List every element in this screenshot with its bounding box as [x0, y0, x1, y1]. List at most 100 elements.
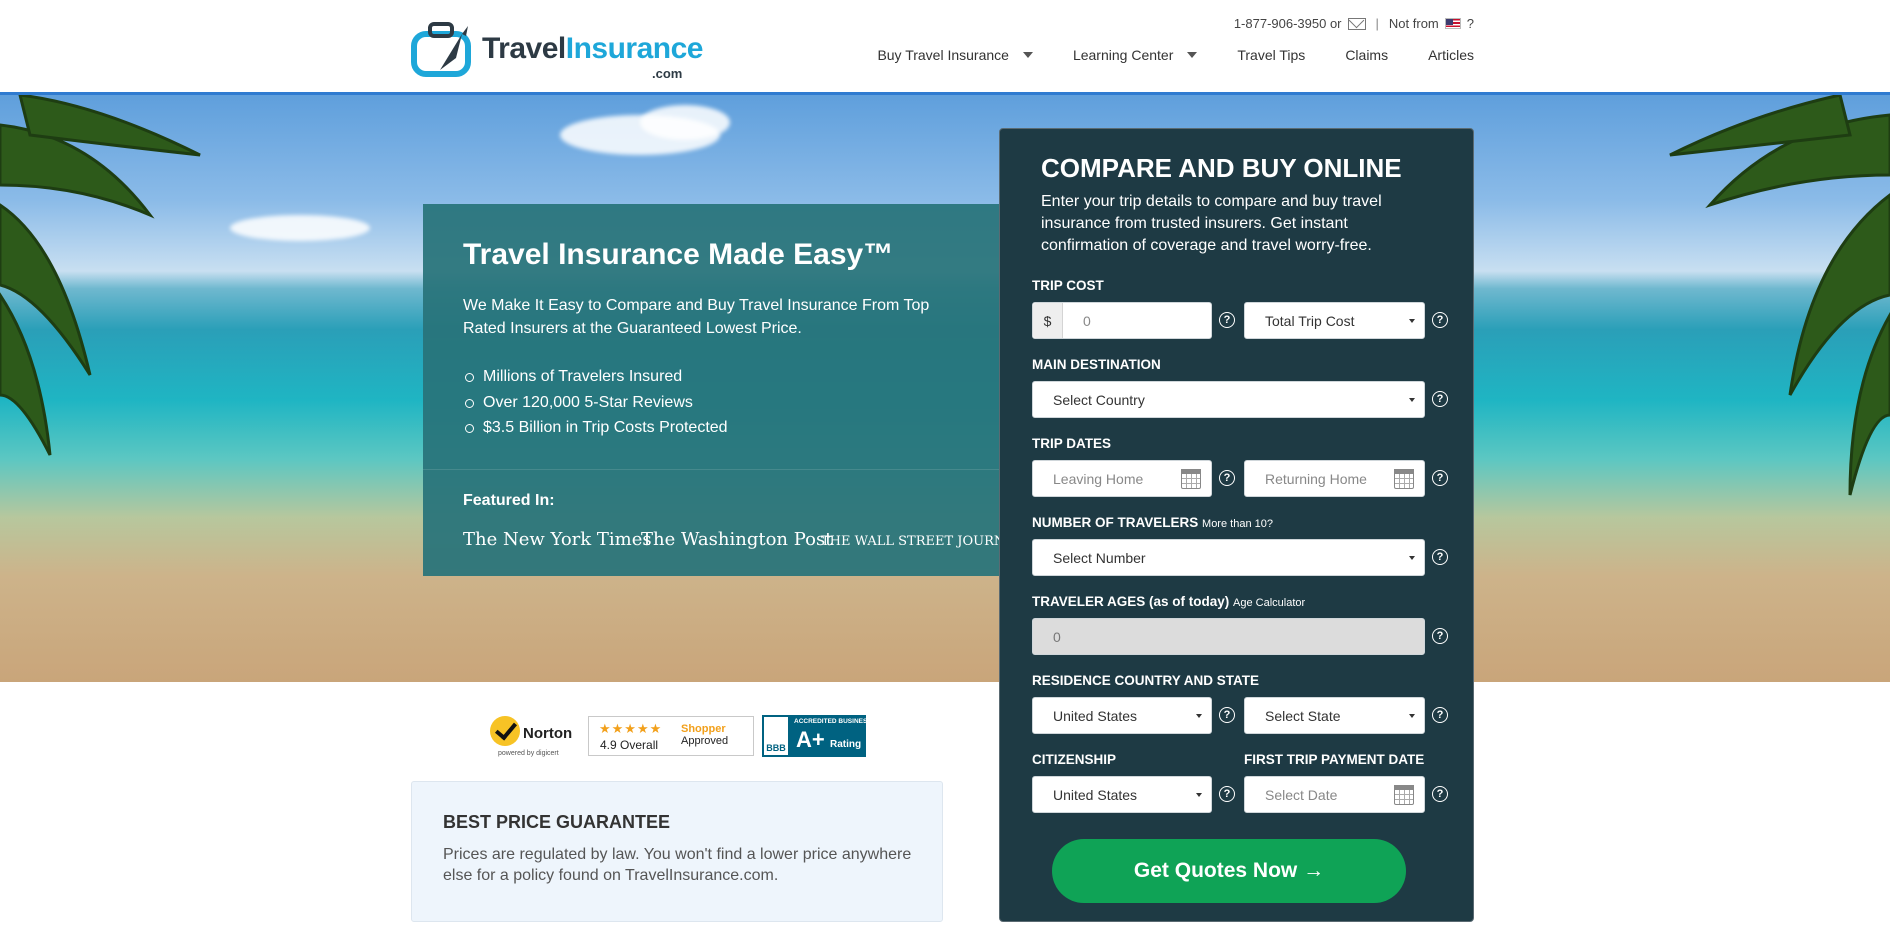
- traveler-ages-input[interactable]: 0: [1032, 618, 1425, 655]
- chevron-down-icon: [1409, 319, 1415, 323]
- residence-country-value: United States: [1053, 707, 1138, 724]
- help-icon[interactable]: ?: [1219, 707, 1235, 723]
- hero-benefits-list: Millions of Travelers Insured Over 120,0…: [465, 364, 728, 441]
- residence-state-value: Select State: [1265, 707, 1341, 724]
- calendar-icon[interactable]: [1393, 784, 1414, 805]
- nyt-logo: The New York Times: [463, 529, 652, 550]
- shopper-approved-badge[interactable]: ★★★★★ 4.9 Overall Shopper Approved: [588, 716, 754, 756]
- shopper-approved-text: Shopper Approved: [681, 723, 728, 747]
- nav-label: Learning Center: [1072, 47, 1174, 63]
- residence-country-select[interactable]: United States: [1032, 697, 1212, 734]
- trip-cost-input[interactable]: $ 0: [1032, 302, 1212, 339]
- calendar-icon[interactable]: [1393, 468, 1414, 489]
- bbb-badge[interactable]: BBB ACCREDITED BUSINESS A+ Rating: [762, 715, 872, 757]
- phone-number[interactable]: 1-877-906-3950 or: [1234, 16, 1342, 31]
- destination-label: MAIN DESTINATION: [1032, 357, 1161, 372]
- main-nav: Buy Travel Insurance Learning Center Tra…: [837, 47, 1474, 63]
- overall-rating: 4.9 Overall: [600, 738, 659, 752]
- norton-check-icon: [490, 716, 520, 746]
- bbb-accredited: ACCREDITED BUSINESS: [794, 718, 872, 725]
- norton-badge[interactable]: Norton powered by digicert: [488, 712, 580, 760]
- get-quotes-button[interactable]: Get Quotes Now →: [1052, 839, 1406, 903]
- nav-label: Articles: [1428, 47, 1474, 63]
- returning-home-input[interactable]: Returning Home: [1244, 460, 1425, 497]
- help-icon[interactable]: ?: [1219, 470, 1235, 486]
- bbb-seal-icon: BBB: [762, 715, 790, 757]
- nav-articles[interactable]: Articles: [1388, 47, 1474, 63]
- trust-badges: Norton powered by digicert ★★★★★ 4.9 Ove…: [488, 712, 872, 760]
- guarantee-text: Prices are regulated by law. You won't f…: [443, 846, 912, 884]
- hero-info-panel: Travel Insurance Made Easy™ We Make It E…: [423, 204, 1027, 576]
- nav-learning-center[interactable]: Learning Center: [1033, 47, 1198, 63]
- ages-label-text: TRAVELER AGES (as of today): [1032, 594, 1230, 609]
- help-icon[interactable]: ?: [1432, 786, 1448, 802]
- divider: |: [1375, 16, 1379, 31]
- form-title: COMPARE AND BUY ONLINE: [1041, 153, 1402, 183]
- age-calculator-link[interactable]: Age Calculator: [1233, 597, 1305, 609]
- wsj-logo: THE WALL STREET JOURNAL.: [821, 534, 1028, 549]
- help-icon[interactable]: ?: [1219, 312, 1235, 328]
- top-contact-bar: 1-877-906-3950 or | Not from ?: [1234, 16, 1474, 31]
- not-from-question[interactable]: ?: [1467, 16, 1474, 31]
- help-icon[interactable]: ?: [1432, 391, 1448, 407]
- norton-name: Norton: [523, 725, 573, 742]
- help-icon[interactable]: ?: [1432, 312, 1448, 328]
- us-flag-icon[interactable]: [1444, 18, 1461, 29]
- chevron-down-icon: [1409, 714, 1415, 718]
- star-rating-icon: ★★★★★: [599, 721, 663, 736]
- chevron-down-icon: [1196, 714, 1202, 718]
- benefit-item: Over 120,000 5-Star Reviews: [465, 390, 728, 416]
- nav-travel-tips[interactable]: Travel Tips: [1197, 47, 1305, 63]
- destination-select[interactable]: Select Country: [1032, 381, 1425, 418]
- ages-placeholder: 0: [1053, 628, 1061, 645]
- travelers-select[interactable]: Select Number: [1032, 539, 1425, 576]
- payment-date-placeholder: Select Date: [1265, 786, 1338, 803]
- norton-powered: powered by digicert: [498, 750, 559, 757]
- hero-subtitle: We Make It Easy to Compare and Buy Trave…: [463, 297, 930, 337]
- not-from-link[interactable]: Not from: [1389, 16, 1439, 31]
- residence-state-select[interactable]: Select State: [1244, 697, 1425, 734]
- site-logo[interactable]: TravelInsurance .com: [410, 14, 703, 82]
- travelers-value: Select Number: [1053, 549, 1146, 566]
- help-icon[interactable]: ?: [1219, 786, 1235, 802]
- help-icon[interactable]: ?: [1432, 707, 1448, 723]
- trip-cost-type-value: Total Trip Cost: [1265, 312, 1355, 329]
- divider: [423, 469, 999, 470]
- mail-icon[interactable]: [1347, 17, 1366, 30]
- nav-buy-travel-insurance[interactable]: Buy Travel Insurance: [837, 47, 1033, 63]
- more-than-10-link[interactable]: More than 10?: [1202, 518, 1273, 530]
- chevron-down-icon: [1409, 398, 1415, 402]
- destination-value: Select Country: [1053, 391, 1145, 408]
- citizenship-value: United States: [1053, 786, 1138, 803]
- guarantee-title: BEST PRICE GUARANTEE: [443, 812, 671, 832]
- chevron-down-icon: [1196, 793, 1202, 797]
- washington-post-logo: The Washington Post: [641, 529, 833, 550]
- bbb-rating-label: Rating: [830, 739, 862, 750]
- hero-title: Travel Insurance Made Easy™: [463, 238, 894, 271]
- trip-cost-label: TRIP COST: [1032, 278, 1104, 293]
- featured-in-label: Featured In:: [463, 492, 555, 509]
- approved-line1: Shopper: [681, 723, 726, 735]
- nav-label: Claims: [1345, 47, 1389, 63]
- citizenship-select[interactable]: United States: [1032, 776, 1212, 813]
- nav-claims[interactable]: Claims: [1305, 47, 1388, 63]
- form-description: Enter your trip details to compare and b…: [1041, 193, 1382, 254]
- trip-dates-label: TRIP DATES: [1032, 436, 1112, 451]
- leaving-placeholder: Leaving Home: [1053, 470, 1144, 487]
- help-icon[interactable]: ?: [1432, 470, 1448, 486]
- travelers-label-text: NUMBER OF TRAVELERS: [1032, 515, 1199, 530]
- calendar-icon[interactable]: [1180, 468, 1201, 489]
- leaving-home-input[interactable]: Leaving Home: [1032, 460, 1212, 497]
- nav-label: Travel Tips: [1237, 47, 1306, 63]
- currency-addon: $: [1033, 303, 1063, 338]
- help-icon[interactable]: ?: [1432, 628, 1448, 644]
- residence-label: RESIDENCE COUNTRY AND STATE: [1032, 673, 1260, 688]
- best-price-guarantee-card: BEST PRICE GUARANTEE Prices are regulate…: [411, 781, 943, 922]
- travelers-label: NUMBER OF TRAVELERS More than 10?: [1032, 515, 1273, 530]
- trip-cost-type-select[interactable]: Total Trip Cost: [1244, 302, 1425, 339]
- help-icon[interactable]: ?: [1432, 549, 1448, 565]
- payment-date-input[interactable]: Select Date: [1244, 776, 1425, 813]
- returning-placeholder: Returning Home: [1265, 470, 1367, 487]
- citizenship-label: CITIZENSHIP: [1032, 752, 1117, 767]
- logo-wordmark: TravelInsurance: [482, 32, 703, 65]
